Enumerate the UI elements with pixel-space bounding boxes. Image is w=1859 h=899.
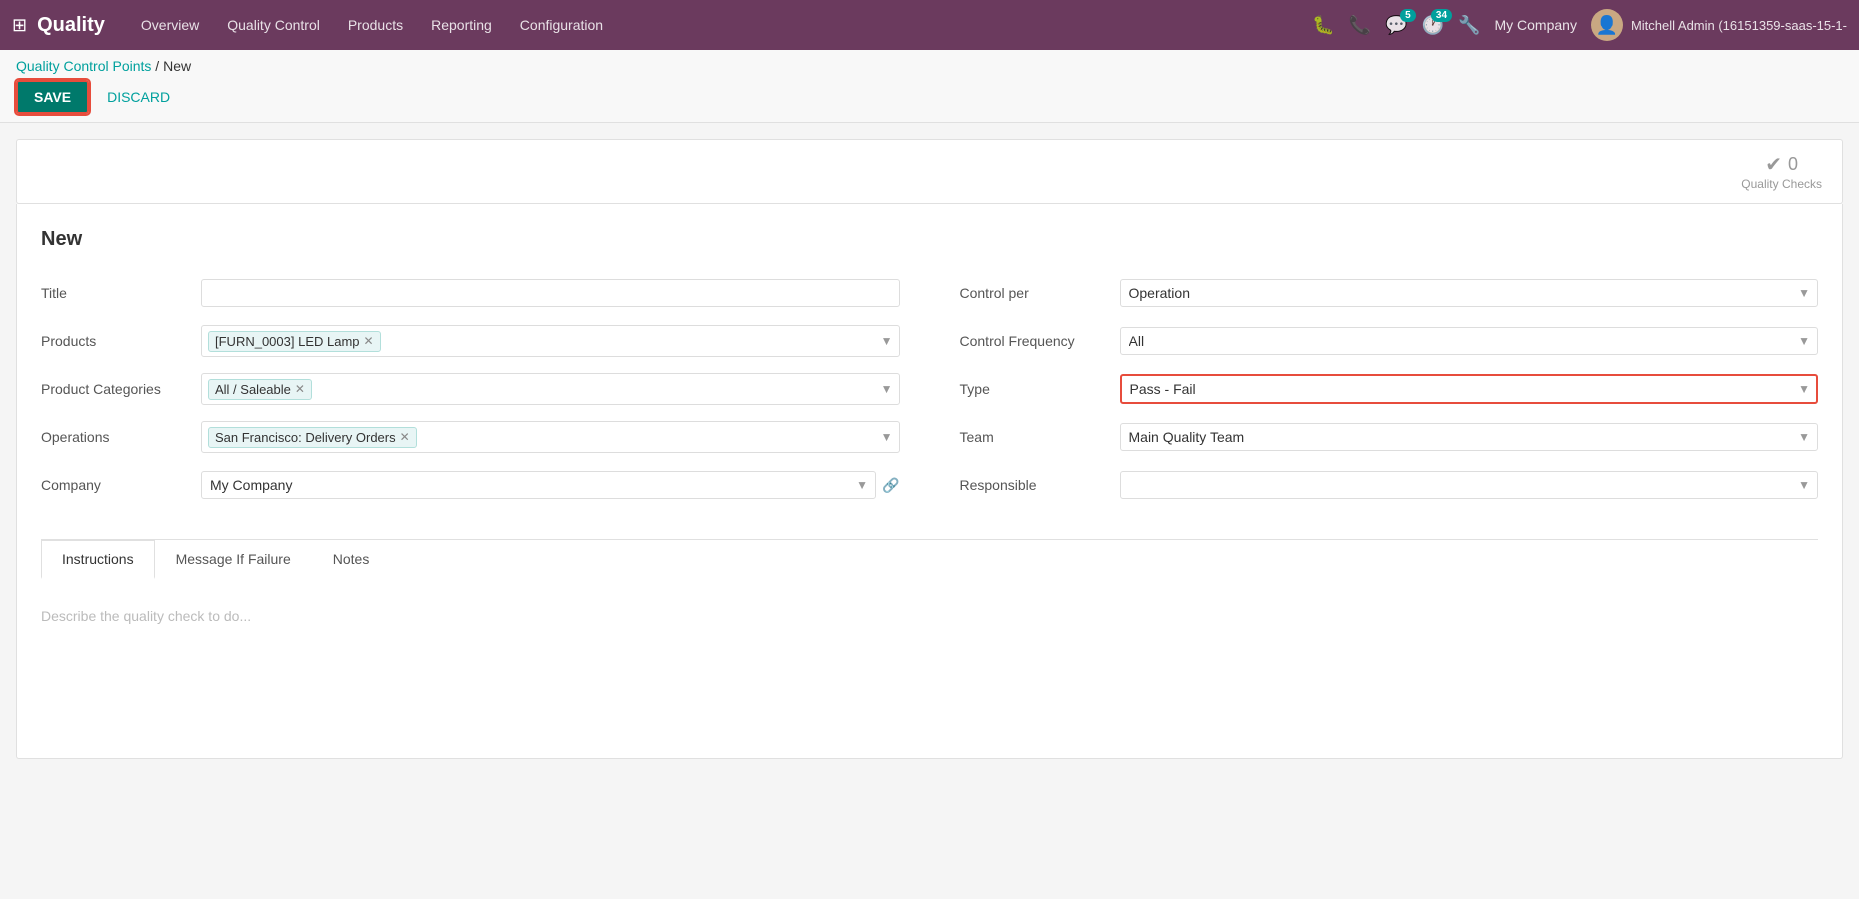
company-select[interactable]: My Company [201,471,876,499]
user-menu[interactable]: 👤 Mitchell Admin (16151359-saas-15-1- [1591,9,1847,41]
control-per-label: Control per [960,285,1120,301]
title-input[interactable] [201,279,900,307]
nav-links: Overview Quality Control Products Report… [129,11,1312,39]
company-row: Company My Company ▼ 🔗 [41,467,900,503]
nav-overview[interactable]: Overview [129,11,211,39]
operations-field[interactable]: San Francisco: Delivery Orders ✕ ▼ [201,421,900,453]
form-title: New [41,228,1818,251]
control-frequency-select[interactable]: All [1120,327,1819,355]
toolbar: SAVE DISCARD [16,80,1843,122]
quality-checks-stat[interactable]: ✔ 0 Quality Checks [1741,152,1822,191]
products-field[interactable]: [FURN_0003] LED Lamp ✕ ▼ [201,325,900,357]
brand-logo[interactable]: Quality [37,14,105,37]
nav-products[interactable]: Products [336,11,415,39]
product-categories-dropdown-arrow: ▼ [881,382,893,396]
checkmark-icon: ✔ [1765,152,1782,177]
bug-icon[interactable]: 🐛 [1312,15,1334,36]
breadcrumb-separator: / [155,58,163,74]
instructions-placeholder[interactable]: Describe the quality check to do... [41,598,1818,634]
operations-tag-0: San Francisco: Delivery Orders ✕ [208,427,417,448]
products-label: Products [41,333,201,349]
phone-icon[interactable]: 📞 [1349,15,1371,36]
form-left: Title Products [FURN_0003] LED Lamp ✕ ▼ [41,275,900,515]
control-frequency-label: Control Frequency [960,333,1120,349]
discard-button[interactable]: DISCARD [99,82,178,112]
quality-checks-label: Quality Checks [1741,177,1822,191]
control-frequency-row: Control Frequency All ▼ [960,323,1819,359]
settings-icon[interactable]: 🔧 [1458,15,1480,36]
product-categories-field[interactable]: All / Saleable ✕ ▼ [201,373,900,405]
control-frequency-select-wrapper: All ▼ [1120,327,1819,355]
product-tag-remove[interactable]: ✕ [364,334,374,348]
tabs-header: Instructions Message If Failure Notes [41,540,1818,578]
responsible-label: Responsible [960,477,1120,493]
responsible-row: Responsible ▼ [960,467,1819,503]
products-row: Products [FURN_0003] LED Lamp ✕ ▼ [41,323,900,359]
avatar: 👤 [1591,9,1623,41]
username-label: Mitchell Admin (16151359-saas-15-1- [1631,18,1847,33]
form-body: Title Products [FURN_0003] LED Lamp ✕ ▼ [41,275,1818,515]
chat-badge: 5 [1400,9,1416,22]
control-per-select-wrapper: Operation ▼ [1120,279,1819,307]
form-right: Control per Operation ▼ Control Frequenc… [960,275,1819,515]
save-button[interactable]: SAVE [16,80,89,114]
tab-notes[interactable]: Notes [312,540,391,579]
breadcrumb: Quality Control Points / New [16,58,1843,74]
team-select[interactable]: Main Quality Team [1120,423,1819,451]
operations-label: Operations [41,429,201,445]
products-dropdown-arrow: ▼ [881,334,893,348]
product-category-tag-0: All / Saleable ✕ [208,379,312,400]
operations-tag-text: San Francisco: Delivery Orders [215,430,396,445]
responsible-select-wrapper: ▼ [1120,471,1819,499]
product-category-tag-remove[interactable]: ✕ [295,382,305,396]
tab-content-instructions: Describe the quality check to do... [41,578,1818,758]
title-label: Title [41,285,201,301]
breadcrumb-current: New [163,58,191,74]
subheader: Quality Control Points / New SAVE DISCAR… [0,50,1859,123]
type-select-wrapper: Pass - Fail ▼ [1120,374,1819,404]
product-tag-0: [FURN_0003] LED Lamp ✕ [208,331,381,352]
grid-menu-icon[interactable]: ⊞ [12,15,27,36]
nav-configuration[interactable]: Configuration [508,11,615,39]
operations-dropdown-arrow: ▼ [881,430,893,444]
company-select-wrapper: My Company ▼ [201,471,876,499]
external-link-icon[interactable]: 🔗 [882,477,899,494]
nav-reporting[interactable]: Reporting [419,11,504,39]
product-categories-row: Product Categories All / Saleable ✕ ▼ [41,371,900,407]
activity-icon[interactable]: 🕐 34 [1422,15,1444,36]
top-navigation: ⊞ Quality Overview Quality Control Produ… [0,0,1859,50]
main-content: ✔ 0 Quality Checks New Title Products [0,123,1859,775]
product-tag-text: [FURN_0003] LED Lamp [215,334,360,349]
operations-row: Operations San Francisco: Delivery Order… [41,419,900,455]
form-card: New Title Products [FURN_0003] LED Lamp … [16,204,1843,759]
nav-actions: 🐛 📞 💬 5 🕐 34 🔧 My Company 👤 Mitchell Adm… [1312,9,1847,41]
type-label: Type [960,381,1120,397]
company-selector[interactable]: My Company [1494,17,1576,33]
tabs-area: Instructions Message If Failure Notes De… [41,539,1818,758]
company-label: Company [41,477,201,493]
control-per-row: Control per Operation ▼ [960,275,1819,311]
quality-checks-count: 0 [1788,154,1798,175]
stats-row: ✔ 0 Quality Checks [16,139,1843,204]
product-categories-label: Product Categories [41,381,201,397]
type-row: Type Pass - Fail ▼ [960,371,1819,407]
control-per-select[interactable]: Operation [1120,279,1819,307]
product-category-tag-text: All / Saleable [215,382,291,397]
team-select-wrapper: Main Quality Team ▼ [1120,423,1819,451]
type-select[interactable]: Pass - Fail [1120,374,1819,404]
responsible-select[interactable] [1120,471,1819,499]
team-row: Team Main Quality Team ▼ [960,419,1819,455]
quality-checks-count-row: ✔ 0 [1765,152,1798,177]
tab-instructions[interactable]: Instructions [41,540,155,579]
title-row: Title [41,275,900,311]
breadcrumb-parent[interactable]: Quality Control Points [16,58,151,74]
chat-icon[interactable]: 💬 5 [1385,15,1407,36]
operations-tag-remove[interactable]: ✕ [400,430,410,444]
nav-quality-control[interactable]: Quality Control [215,11,332,39]
team-label: Team [960,429,1120,445]
activity-badge: 34 [1431,9,1452,22]
tab-message-if-failure[interactable]: Message If Failure [155,540,312,579]
